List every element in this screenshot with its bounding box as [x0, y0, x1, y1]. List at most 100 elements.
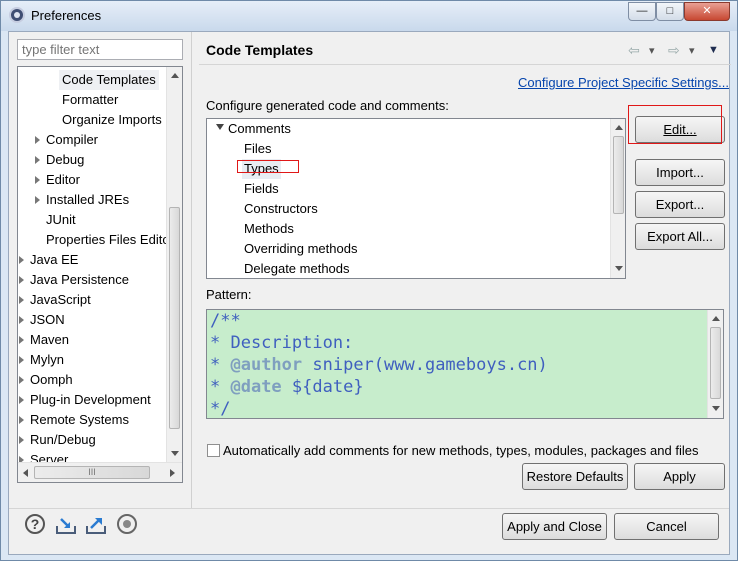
collapsed-triangle-icon[interactable] — [19, 376, 24, 384]
template-tree: Comments Files Types Fields Constructors Met… — [206, 118, 626, 279]
collapsed-triangle-icon[interactable] — [19, 316, 24, 324]
import-button[interactable]: Import... — [635, 159, 725, 186]
sidebar-item[interactable]: Maven — [30, 330, 69, 350]
page-title: Code Templates — [206, 42, 314, 58]
help-icon-glyph: ? — [25, 514, 45, 534]
template-scroll-up-icon[interactable] — [615, 125, 623, 130]
collapsed-triangle-icon[interactable] — [19, 336, 24, 344]
scroll-up-arrow-icon[interactable] — [171, 73, 179, 78]
apply-and-close-button[interactable]: Apply and Close — [502, 513, 607, 540]
sidebar-item[interactable]: JavaScript — [30, 290, 91, 310]
maximize-button[interactable]: □ — [656, 2, 684, 21]
sidebar-item[interactable]: Oomph — [30, 370, 73, 390]
sidebar-item[interactable]: Mylyn — [30, 350, 64, 370]
pane-splitter[interactable] — [191, 32, 192, 508]
sidebar-item[interactable]: Formatter — [62, 90, 118, 110]
sidebar-item[interactable]: Installed JREs — [46, 190, 129, 210]
apply-button[interactable]: Apply — [634, 463, 725, 490]
auto-comment-checkbox[interactable] — [207, 444, 220, 457]
title-bar[interactable]: Preferences — □ ✕ — [1, 1, 737, 31]
sidebar-item[interactable]: Debug — [46, 150, 84, 170]
eclipse-icon — [9, 7, 25, 23]
minimize-button[interactable]: — — [628, 2, 656, 21]
sidebar-item[interactable]: Plug-in Development — [30, 390, 151, 410]
scroll-left-arrow-icon[interactable] — [23, 469, 28, 477]
collapsed-triangle-icon[interactable] — [19, 436, 24, 444]
sidebar-item[interactable]: Run/Debug — [30, 430, 96, 450]
collapsed-triangle-icon[interactable] — [19, 276, 24, 284]
preferences-window: Preferences — □ ✕ Code TemplatesFormatte… — [0, 0, 738, 561]
sidebar-item[interactable]: Java EE — [30, 250, 78, 270]
scroll-right-arrow-icon[interactable] — [170, 469, 175, 477]
export-prefs-icon[interactable] — [85, 514, 107, 536]
pattern-scroll-thumb[interactable] — [710, 327, 721, 399]
project-specific-settings-link[interactable]: Configure Project Specific Settings... — [518, 75, 729, 90]
author-value: sniper(www.gameboys.cn) — [302, 355, 548, 375]
sidebar-item[interactable]: Code Templates — [59, 70, 159, 90]
export-all-button[interactable]: Export All... — [635, 223, 725, 250]
auto-comment-label[interactable]: Automatically add comments for new metho… — [223, 443, 698, 458]
collapsed-triangle-icon[interactable] — [19, 416, 24, 424]
collapsed-triangle-icon[interactable] — [35, 176, 40, 184]
forward-dropdown-icon[interactable]: ▾ — [689, 44, 695, 57]
back-arrow-icon[interactable]: ⇦ — [628, 42, 640, 59]
tree-scroll-thumb[interactable] — [169, 207, 180, 429]
collapsed-triangle-icon[interactable] — [19, 256, 24, 264]
preference-tree: Code Templates Formatter Organize Imports C… — [17, 66, 183, 483]
template-scroll-down-icon[interactable] — [615, 266, 623, 271]
template-item[interactable]: Overriding methods — [244, 239, 357, 259]
close-button[interactable]: ✕ — [684, 2, 730, 21]
template-scroll-thumb[interactable] — [613, 136, 624, 214]
collapsed-triangle-icon[interactable] — [35, 136, 40, 144]
sidebar-item[interactable]: Compiler — [46, 130, 98, 150]
pattern-scroll-up-icon[interactable] — [712, 316, 720, 321]
window-title: Preferences — [31, 8, 102, 23]
filter-input[interactable] — [17, 39, 183, 60]
sidebar-item[interactable]: Organize Imports — [62, 110, 162, 130]
collapsed-triangle-icon[interactable] — [19, 396, 24, 404]
record-icon-ring — [117, 514, 137, 534]
pattern-line-3: * @author sniper(www.gameboys.cn) — [210, 354, 548, 376]
tree-hscroll-thumb[interactable]: III — [34, 466, 150, 479]
template-item[interactable]: Constructors — [244, 199, 318, 219]
view-menu-icon[interactable]: ▼ — [708, 44, 719, 56]
collapsed-triangle-icon[interactable] — [19, 356, 24, 364]
template-item[interactable]: Fields — [244, 179, 279, 199]
pattern-scrollbar[interactable] — [707, 310, 723, 418]
back-dropdown-icon[interactable]: ▾ — [649, 44, 655, 57]
sidebar-item[interactable]: Remote Systems — [30, 410, 129, 430]
sidebar-item[interactable]: JSON — [30, 310, 65, 330]
collapsed-triangle-icon[interactable] — [35, 156, 40, 164]
pattern-label: Pattern: — [206, 287, 252, 302]
forward-arrow-icon[interactable]: ⇨ — [668, 42, 680, 59]
pattern-editor[interactable]: /** * Description: * @author sniper(www.… — [206, 309, 724, 419]
sidebar-item[interactable]: Java Persistence — [30, 270, 129, 290]
template-scrollbar[interactable] — [610, 119, 625, 278]
date-value: ${date} — [281, 377, 364, 397]
collapsed-triangle-icon[interactable] — [35, 196, 40, 204]
tree-horizontal-scrollbar[interactable]: III — [18, 462, 182, 482]
template-item[interactable]: Files — [244, 139, 271, 159]
record-icon-dot — [123, 520, 131, 528]
export-button[interactable]: Export... — [635, 191, 725, 218]
restore-defaults-button[interactable]: Restore Defaults — [522, 463, 628, 490]
tree-item-comments[interactable]: Comments — [228, 119, 291, 139]
export-prefs-svg — [86, 518, 106, 534]
import-prefs-icon[interactable] — [55, 514, 77, 536]
record-icon[interactable] — [117, 514, 139, 536]
sidebar-item[interactable]: JUnit — [46, 210, 76, 230]
template-item[interactable]: Delegate methods — [244, 259, 350, 278]
cancel-button[interactable]: Cancel — [614, 513, 719, 540]
pattern-scroll-down-icon[interactable] — [712, 406, 720, 411]
collapsed-triangle-icon[interactable] — [19, 296, 24, 304]
sidebar-item[interactable]: Properties Files Editor — [46, 230, 174, 250]
date-tag: @date — [230, 377, 282, 397]
help-icon[interactable]: ? — [25, 514, 47, 536]
template-item[interactable]: Methods — [244, 219, 294, 239]
expanded-triangle-icon[interactable] — [216, 124, 224, 130]
footer-separator — [9, 508, 729, 509]
sidebar-item[interactable]: Editor — [46, 170, 80, 190]
scroll-down-arrow-icon[interactable] — [171, 451, 179, 456]
edit-highlight-box — [628, 105, 722, 144]
tree-vertical-scrollbar[interactable] — [166, 67, 182, 462]
